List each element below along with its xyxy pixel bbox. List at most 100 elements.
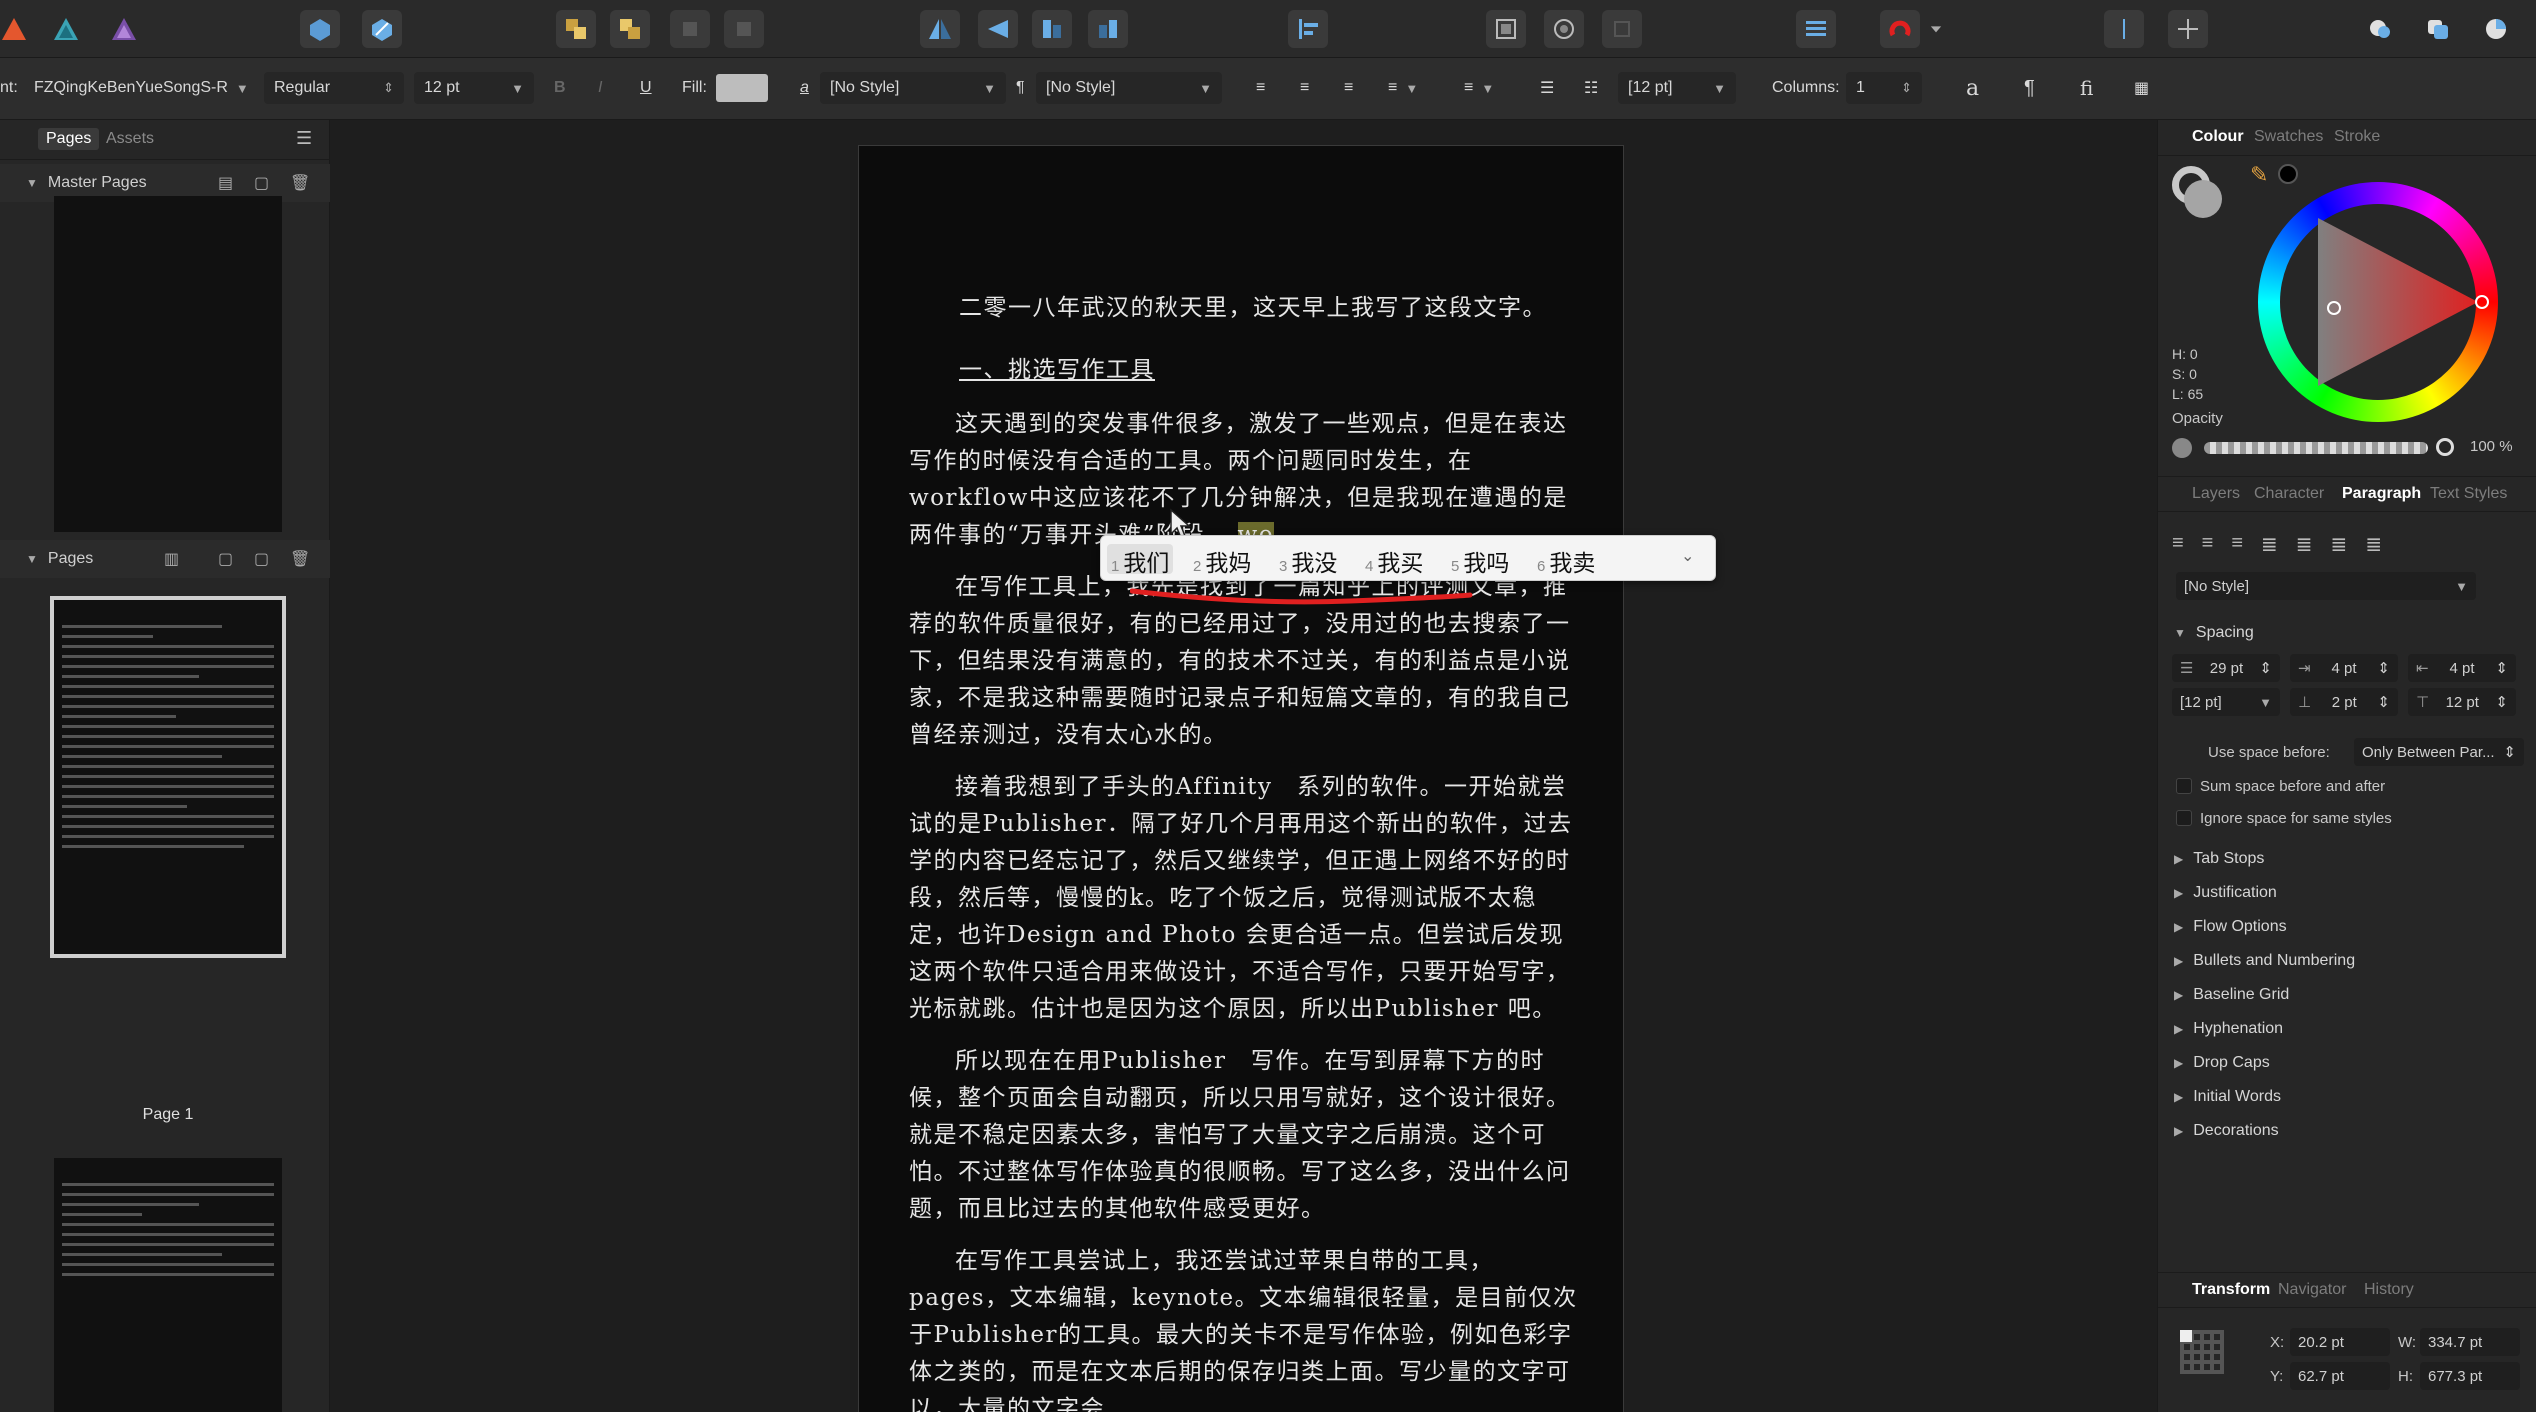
ime-candidate-1[interactable]: 1 我们 bbox=[1107, 544, 1174, 576]
opacity-slider-handle[interactable] bbox=[2436, 438, 2454, 456]
vertical-align-icon[interactable]: ≡ ▼ bbox=[1464, 72, 1494, 104]
assistant-icon[interactable] bbox=[2476, 10, 2516, 48]
apply-master-icon[interactable]: ▥ bbox=[164, 549, 179, 569]
baseline-grid-section[interactable]: ▶ Baseline Grid bbox=[2174, 986, 2289, 1004]
justify-center-icon[interactable]: ≣ bbox=[2296, 532, 2313, 558]
paragraph-style-select[interactable]: [No Style] ▼ bbox=[1036, 72, 1222, 104]
w-field[interactable]: 334.7 pt bbox=[2420, 1328, 2520, 1356]
delete-page-icon[interactable]: 🗑 bbox=[290, 549, 310, 569]
add-page-icon[interactable]: ▢ bbox=[218, 549, 233, 569]
fill-stroke-selector[interactable] bbox=[2172, 166, 2224, 218]
ime-candidate-4[interactable]: 4 我买 bbox=[1365, 544, 1423, 576]
page-2-thumbnail[interactable] bbox=[54, 1158, 282, 1412]
collapse-triangle-icon[interactable]: ▼ bbox=[26, 176, 38, 190]
edit-shape-icon[interactable] bbox=[362, 10, 402, 48]
tab-paragraph[interactable]: Paragraph bbox=[2342, 485, 2421, 503]
paragraph-4[interactable]: 所以现在在用Publisher 写作。在写到屏幕下方的时候，整个页面会自动翻页，… bbox=[909, 1043, 1579, 1228]
drop-caps-section[interactable]: ▶ Drop Caps bbox=[2174, 1054, 2270, 1072]
ime-candidate-5[interactable]: 5 我吗 bbox=[1451, 544, 1509, 576]
page-1-thumbnail[interactable] bbox=[50, 596, 286, 958]
align-icon[interactable] bbox=[1288, 10, 1328, 48]
justification-section[interactable]: ▶ Justification bbox=[2174, 884, 2277, 902]
bullets-icon[interactable]: ☰ bbox=[1540, 72, 1554, 104]
paragraph-3[interactable]: 接着我想到了手头的Affinity 系列的软件。一开始就尝试的是Publishe… bbox=[909, 769, 1579, 1028]
colour-wheel[interactable] bbox=[2258, 182, 2498, 422]
duplicate-master-icon[interactable]: ▢ bbox=[254, 173, 269, 193]
table-icon[interactable] bbox=[1602, 10, 1642, 48]
anchor-point-selector[interactable] bbox=[2180, 1330, 2224, 1374]
paragraph-style-select[interactable]: [No Style] ▼ bbox=[2176, 572, 2476, 600]
fill-swatch[interactable] bbox=[716, 74, 768, 102]
photo-persona-icon[interactable] bbox=[104, 10, 144, 48]
tab-layers[interactable]: Layers bbox=[2192, 485, 2240, 503]
ime-candidate-6[interactable]: 6 我卖 bbox=[1537, 544, 1595, 576]
use-space-before-select[interactable]: Only Between Par... ⇕ bbox=[2354, 738, 2524, 766]
initial-words-section[interactable]: ▶ Initial Words bbox=[2174, 1088, 2281, 1106]
tab-navigator[interactable]: Navigator bbox=[2278, 1281, 2346, 1299]
align-center-icon[interactable]: ≡ bbox=[1300, 72, 1309, 104]
tab-stops-section[interactable]: ▶ Tab Stops bbox=[2174, 850, 2264, 868]
justify-icon[interactable]: ≡ ▼ bbox=[1388, 72, 1418, 104]
text-wrap-icon[interactable] bbox=[1796, 10, 1836, 48]
flip-vertical-icon[interactable] bbox=[978, 10, 1018, 48]
ignore-space-checkbox[interactable] bbox=[2176, 810, 2192, 826]
duplicate-page-icon[interactable]: ▢ bbox=[254, 549, 269, 569]
space-after-field[interactable]: ⊤ 12 pt ⇕ bbox=[2408, 688, 2516, 716]
arrange-front-icon[interactable] bbox=[556, 10, 596, 48]
delete-master-icon[interactable]: 🗑 bbox=[290, 173, 310, 193]
flip-horizontal-icon[interactable] bbox=[920, 10, 960, 48]
flow-options-section[interactable]: ▶ Flow Options bbox=[2174, 918, 2287, 936]
grid-icon[interactable] bbox=[2168, 10, 2208, 48]
bullets-numbering-section[interactable]: ▶ Bullets and Numbering bbox=[2174, 952, 2355, 970]
mode-view-icon[interactable] bbox=[2360, 10, 2400, 48]
place-image-icon[interactable] bbox=[300, 10, 340, 48]
justify-left-icon[interactable]: ≣ bbox=[2261, 532, 2278, 558]
move-forward-icon[interactable] bbox=[670, 10, 710, 48]
underline-button[interactable]: U bbox=[640, 72, 652, 104]
align-center-icon[interactable]: ≡ bbox=[2202, 532, 2214, 558]
character-style-select[interactable]: [No Style] ▼ bbox=[820, 72, 1006, 104]
y-field[interactable]: 62.7 pt bbox=[2290, 1362, 2390, 1390]
master-page-thumbnail[interactable] bbox=[54, 196, 282, 532]
document-canvas[interactable]: 二零一八年武汉的秋天里，这天早上我写了这段文字。 一、挑选写作工具 这天遇到的突… bbox=[331, 120, 2156, 1412]
ime-candidate-2[interactable]: 2 我妈 bbox=[1193, 544, 1251, 576]
align-left-icon[interactable]: ≡ bbox=[2172, 532, 2184, 558]
add-master-icon[interactable]: ▤ bbox=[218, 173, 233, 193]
hyphenation-section[interactable]: ▶ Hyphenation bbox=[2174, 1020, 2283, 1038]
tab-character[interactable]: Character bbox=[2254, 485, 2324, 503]
glyph-browser-button[interactable]: a bbox=[1966, 72, 1979, 104]
publisher-persona-icon[interactable] bbox=[0, 10, 34, 48]
designer-persona-icon[interactable] bbox=[46, 10, 86, 48]
rotate-right-icon[interactable] bbox=[1088, 10, 1128, 48]
rotate-left-icon[interactable] bbox=[1032, 10, 1072, 48]
italic-button[interactable]: I bbox=[598, 72, 602, 104]
arrange-back-icon[interactable] bbox=[610, 10, 650, 48]
leading-field[interactable]: ☰ 29 pt ⇕ bbox=[2172, 654, 2280, 682]
font-family-select[interactable]: FZQingKeBenYueSongS-R ▼ bbox=[34, 72, 249, 104]
colour-triangle[interactable] bbox=[2258, 182, 2498, 422]
ligatures-button[interactable]: fi bbox=[2080, 72, 2093, 104]
decorations-section[interactable]: ▶ Decorations bbox=[2174, 1122, 2279, 1140]
justify-right-icon[interactable]: ≣ bbox=[2331, 532, 2348, 558]
collapse-triangle-icon[interactable]: ▼ bbox=[26, 552, 38, 566]
document-page[interactable]: 二零一八年武汉的秋天里，这天早上我写了这段文字。 一、挑选写作工具 这天遇到的突… bbox=[858, 145, 1624, 1412]
font-style-select[interactable]: Regular ⇕ bbox=[264, 72, 404, 104]
section-heading[interactable]: 一、挑选写作工具 bbox=[959, 352, 1579, 389]
picture-frame-icon[interactable] bbox=[1544, 10, 1584, 48]
x-field[interactable]: 20.2 pt bbox=[2290, 1328, 2390, 1356]
align-right-icon[interactable]: ≡ bbox=[1344, 72, 1353, 104]
space-before-field[interactable]: ⊥ 2 pt ⇕ bbox=[2290, 688, 2398, 716]
tab-swatches[interactable]: Swatches bbox=[2254, 128, 2323, 146]
spacing-section-header[interactable]: ▼ Spacing bbox=[2174, 624, 2254, 642]
picked-colour-swatch[interactable] bbox=[2278, 164, 2298, 184]
justify-all-icon[interactable]: ≣ bbox=[2365, 532, 2382, 558]
paragraph-1[interactable]: 这天遇到的突发事件很多，激发了一些观点，但是在表达写作的时候没有合适的工具。两个… bbox=[909, 406, 1579, 554]
font-size-field[interactable]: 12 pt ▼ bbox=[414, 72, 534, 104]
tab-history[interactable]: History bbox=[2364, 1281, 2414, 1299]
intro-line[interactable]: 二零一八年武汉的秋天里，这天早上我写了这段文字。 bbox=[959, 290, 1579, 327]
columns-field[interactable]: 1 ⇕ bbox=[1846, 72, 1922, 104]
align-right-icon[interactable]: ≡ bbox=[2231, 532, 2243, 558]
opacity-slider[interactable] bbox=[2204, 442, 2428, 454]
guides-icon[interactable] bbox=[2104, 10, 2144, 48]
show-special-characters-button[interactable]: ¶ bbox=[2024, 72, 2035, 104]
